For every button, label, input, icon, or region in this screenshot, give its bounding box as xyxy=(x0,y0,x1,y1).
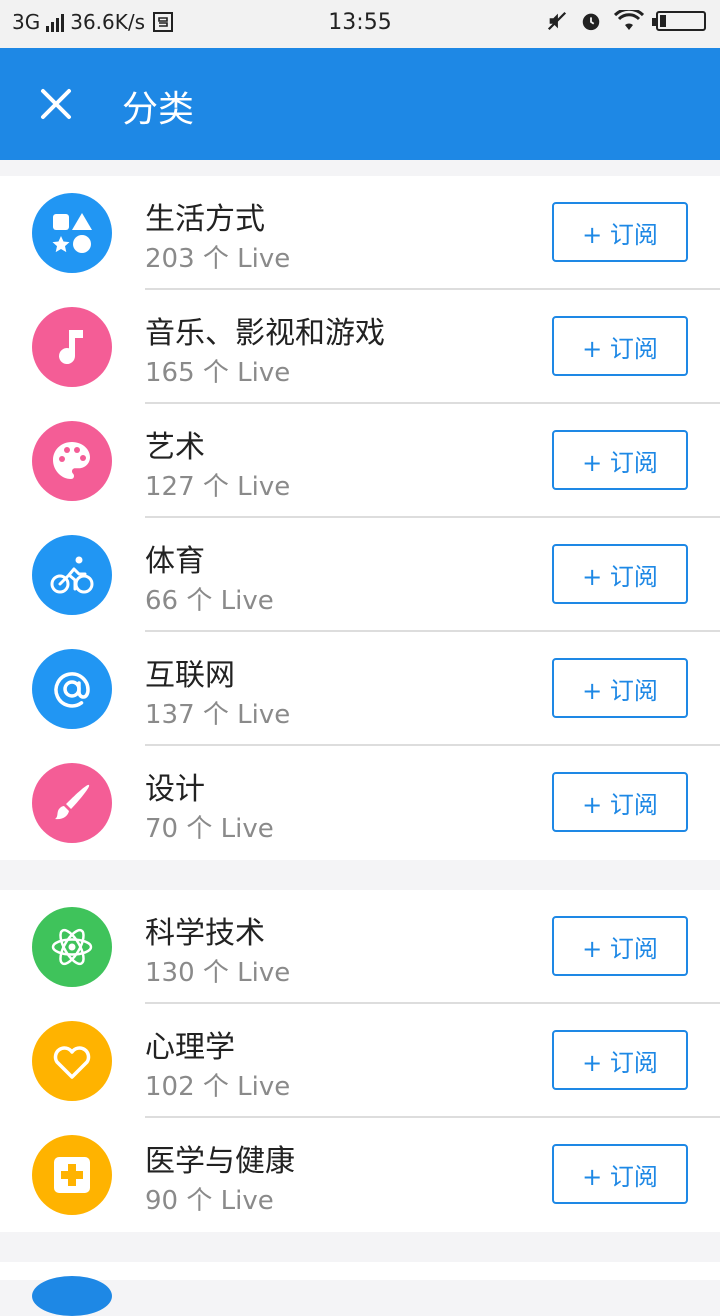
status-bar: 3G 36.6K/s 13:55 xyxy=(0,0,720,48)
battery-icon xyxy=(652,11,706,31)
category-group-1: 生活方式 203 个 Live + 订阅 音乐、影视和游戏 165 个 Live… xyxy=(0,176,720,860)
subscribe-button[interactable]: + 订阅 xyxy=(552,916,688,976)
live-count: 70 个 Live xyxy=(145,814,274,844)
category-name: 设计 xyxy=(145,772,205,807)
category-name: 生活方式 xyxy=(145,202,265,237)
subscribe-button[interactable]: + 订阅 xyxy=(552,658,688,718)
subscribe-button[interactable]: + 订阅 xyxy=(552,1144,688,1204)
category-name: 医学与健康 xyxy=(145,1144,295,1179)
live-count: 66 个 Live xyxy=(145,586,274,616)
subscribe-button[interactable]: + 订阅 xyxy=(552,772,688,832)
category-group-3 xyxy=(0,1262,720,1316)
category-name: 音乐、影视和游戏 xyxy=(145,316,385,351)
live-count: 130 个 Live xyxy=(145,958,291,988)
subscribe-button[interactable]: + 订阅 xyxy=(552,202,688,262)
wifi-icon xyxy=(614,10,644,30)
subscribe-button[interactable]: + 订阅 xyxy=(552,1030,688,1090)
palette-icon xyxy=(32,421,112,501)
live-count: 102 个 Live xyxy=(145,1072,291,1102)
heart-icon xyxy=(32,1021,112,1101)
category-row[interactable]: 医学与健康 90 个 Live + 订阅 xyxy=(0,1118,720,1232)
at-sign-icon xyxy=(32,649,112,729)
category-row[interactable]: 艺术 127 个 Live + 订阅 xyxy=(0,404,720,518)
category-row[interactable]: 体育 66 个 Live + 订阅 xyxy=(0,518,720,632)
subscribe-button[interactable]: + 订阅 xyxy=(552,316,688,376)
live-count: 137 个 Live xyxy=(145,700,291,730)
category-name: 科学技术 xyxy=(145,916,265,951)
category-row[interactable]: 音乐、影视和游戏 165 个 Live + 订阅 xyxy=(0,290,720,404)
live-count: 165 个 Live xyxy=(145,358,291,388)
category-row[interactable]: 心理学 102 个 Live + 订阅 xyxy=(0,1004,720,1118)
subscribe-button[interactable]: + 订阅 xyxy=(552,544,688,604)
silent-icon xyxy=(547,11,567,31)
live-count: 127 个 Live xyxy=(145,472,291,502)
category-row[interactable]: 科学技术 130 个 Live + 订阅 xyxy=(0,890,720,1004)
live-count: 90 个 Live xyxy=(145,1186,274,1216)
category-name: 心理学 xyxy=(145,1030,235,1065)
category-name: 体育 xyxy=(145,544,205,579)
bicycle-icon xyxy=(32,535,112,615)
status-right xyxy=(546,10,706,32)
category-icon-partial xyxy=(32,1276,112,1316)
category-name: 艺术 xyxy=(145,430,205,465)
subscribe-button[interactable]: + 订阅 xyxy=(552,430,688,490)
category-name: 互联网 xyxy=(145,658,235,693)
category-row[interactable]: 生活方式 203 个 Live + 订阅 xyxy=(0,176,720,290)
medical-cross-icon xyxy=(32,1135,112,1215)
category-row[interactable]: 设计 70 个 Live + 订阅 xyxy=(0,746,720,860)
close-button[interactable] xyxy=(30,78,82,130)
music-note-icon xyxy=(32,307,112,387)
page-title: 分类 xyxy=(122,89,195,130)
live-count: 203 个 Live xyxy=(145,244,291,274)
category-group-2: 科学技术 130 个 Live + 订阅 心理学 102 个 Live + 订阅… xyxy=(0,890,720,1232)
close-icon xyxy=(41,89,71,119)
alarm-icon xyxy=(582,13,600,31)
brush-icon xyxy=(32,763,112,843)
app-bar: 分类 xyxy=(0,48,720,160)
shapes-icon xyxy=(32,193,112,273)
category-row[interactable]: 互联网 137 个 Live + 订阅 xyxy=(0,632,720,746)
atom-icon xyxy=(32,907,112,987)
